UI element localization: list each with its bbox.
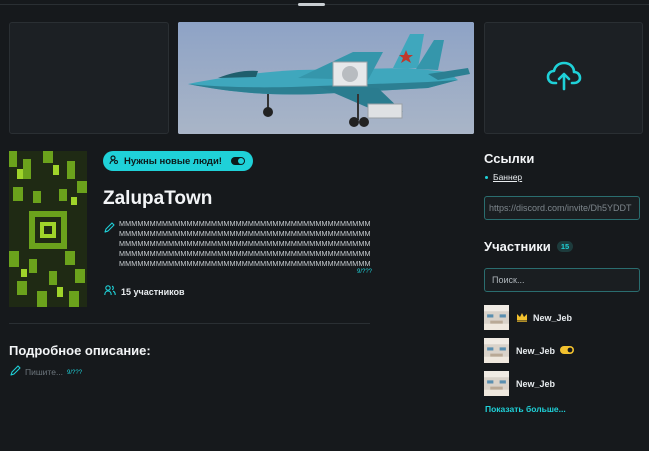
cloud-upload-icon bbox=[546, 61, 582, 96]
member-avatar bbox=[484, 371, 509, 396]
jet-image bbox=[178, 22, 474, 134]
description-counter: 9/??? bbox=[356, 269, 372, 275]
pencil-icon[interactable] bbox=[104, 220, 115, 238]
crown-icon bbox=[516, 312, 528, 324]
show-more-link[interactable]: Показать больше... bbox=[485, 404, 566, 414]
member-name: New_Jeb bbox=[516, 345, 556, 356]
section-divider bbox=[9, 323, 370, 324]
recruiting-toggle[interactable] bbox=[230, 157, 245, 165]
member-name: New_Jeb bbox=[516, 378, 556, 389]
member-name: New_Jeb bbox=[533, 312, 573, 323]
banner-link[interactable]: Баннер bbox=[493, 172, 522, 182]
town-title: ZalupaTown bbox=[103, 188, 213, 209]
details-editor[interactable]: Пишите... 9/??? bbox=[10, 365, 82, 378]
upload-banner-button[interactable] bbox=[484, 22, 643, 134]
details-counter: 9/??? bbox=[67, 369, 83, 376]
member-row[interactable]: New_Jeb bbox=[484, 305, 572, 330]
members-count-badge: 15 bbox=[556, 241, 574, 252]
member-row[interactable]: New_Jeb bbox=[484, 338, 575, 363]
recruiting-badge[interactable]: Нужны новые люди! bbox=[103, 151, 253, 171]
users-icon bbox=[104, 285, 116, 298]
banner-image bbox=[178, 22, 474, 134]
drag-handle[interactable] bbox=[298, 3, 325, 6]
image-slot-left[interactable] bbox=[9, 22, 169, 134]
user-search-icon bbox=[109, 154, 119, 168]
discord-link-input[interactable] bbox=[484, 196, 640, 220]
pencil-icon bbox=[10, 365, 21, 378]
town-avatar bbox=[9, 151, 87, 307]
links-title: Ссылки bbox=[484, 151, 535, 166]
details-placeholder: Пишите... bbox=[25, 366, 64, 377]
member-avatar bbox=[484, 338, 509, 363]
bullet-icon bbox=[485, 175, 488, 179]
member-row[interactable]: New_Jeb bbox=[484, 371, 555, 396]
member-avatar bbox=[484, 305, 509, 330]
members-title: Участники bbox=[484, 239, 551, 254]
member-search-input[interactable] bbox=[484, 268, 640, 292]
description-text: MMMMMMMMMMMMMMMMMMMMMMMMMMMMMMMMMMMMMMMM… bbox=[119, 219, 371, 268]
members-count-label: 15 участников bbox=[121, 286, 185, 297]
recruiting-label: Нужны новые люди! bbox=[124, 155, 222, 167]
toggle-icon bbox=[560, 345, 575, 356]
details-title: Подробное описание: bbox=[9, 343, 151, 358]
members-header: Участники 15 bbox=[484, 239, 574, 254]
link-item[interactable]: Баннер bbox=[485, 172, 522, 182]
members-count: 15 участников bbox=[104, 285, 185, 298]
